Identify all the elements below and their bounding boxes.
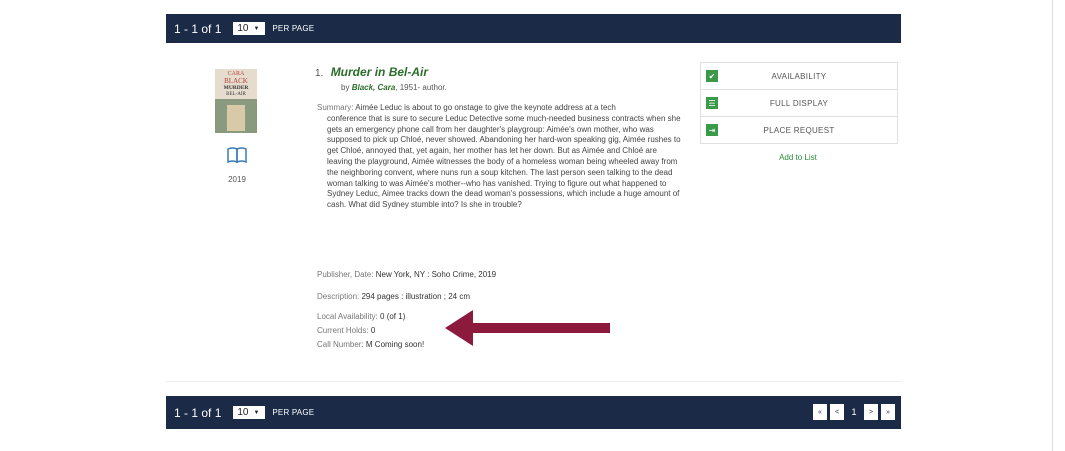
result-count: 1 - 1 of 1 (174, 21, 222, 36)
first-page-button[interactable]: « (813, 404, 827, 420)
current-holds: Current Holds: 0 (317, 326, 375, 335)
publication-year: 2019 (228, 175, 246, 184)
record-title-link[interactable]: Murder in Bel-Air (331, 65, 428, 79)
per-page-label: PER PAGE (272, 24, 315, 33)
description-value: 294 pages : illustration ; 24 cm (361, 292, 470, 301)
publisher-label: Publisher, Date: (317, 270, 374, 279)
record-title-line: 1. Murder in Bel-Air (315, 65, 428, 79)
place-request-label: PLACE REQUEST (763, 125, 835, 135)
cover-title-2: BEL-AIR (226, 92, 246, 97)
sign-in-icon: ⇥ (706, 124, 718, 136)
per-page-value: 10 (237, 23, 249, 34)
publisher-date: Publisher, Date: New York, NY : Soho Cri… (317, 270, 496, 279)
place-request-button[interactable]: ⇥ PLACE REQUEST (701, 117, 897, 143)
record-actions: ✔ AVAILABILITY ☰ FULL DISPLAY ⇥ PLACE RE… (700, 62, 898, 144)
author-link[interactable]: Black, Cara (352, 83, 396, 92)
page-scrollbar[interactable] (1052, 0, 1053, 451)
availability-button[interactable]: ✔ AVAILABILITY (701, 63, 897, 90)
result-count-bottom: 1 - 1 of 1 (174, 405, 222, 420)
publisher-value: New York, NY : Soho Crime, 2019 (375, 270, 497, 279)
cover-figure (227, 105, 245, 131)
full-display-button[interactable]: ☰ FULL DISPLAY (701, 90, 897, 117)
local-availability: Local Availability: 0 (of 1) (317, 312, 405, 321)
call-number-label: Call Number: (317, 340, 364, 349)
per-page-select-bottom[interactable]: 10 ▼ (233, 406, 266, 419)
list-icon: ☰ (706, 97, 718, 109)
call-number: Call Number: M Coming soon! (317, 340, 424, 349)
arrow-shape (445, 310, 610, 346)
local-availability-label: Local Availability: (317, 312, 378, 321)
description-label: Description: (317, 292, 360, 301)
current-holds-label: Current Holds: (317, 326, 369, 335)
by-label: by (341, 83, 350, 92)
cover-author-last: BLACK (224, 77, 248, 85)
summary-first-line: Summary: Aimée Leduc is about to go onst… (317, 103, 681, 114)
call-number-value: M Coming soon! (365, 340, 425, 349)
results-bar-top: 1 - 1 of 1 10 ▼ PER PAGE (166, 14, 901, 43)
annotation-arrow (445, 310, 610, 346)
summary-text-rest: conference that is sure to secure Leduc … (327, 113, 681, 210)
chevron-down-icon: ▼ (253, 409, 260, 416)
record-number: 1. (315, 68, 324, 79)
author-dates: , 1951- author. (395, 83, 447, 92)
current-holds-value: 0 (370, 326, 376, 335)
record-author-line: by Black, Cara, 1951- author. (341, 83, 447, 92)
current-page: 1 (851, 407, 857, 417)
results-bar-bottom: 1 - 1 of 1 10 ▼ PER PAGE « < 1 > » (166, 396, 901, 429)
record-summary: Summary: Aimée Leduc is about to go onst… (317, 103, 681, 211)
full-display-label: FULL DISPLAY (769, 98, 829, 108)
per-page-select[interactable]: 10 ▼ (233, 22, 266, 35)
book-icon (227, 147, 247, 168)
check-icon: ✔ (706, 70, 718, 82)
add-to-list-link[interactable]: Add to List (700, 153, 896, 162)
per-page-label-bottom: PER PAGE (272, 408, 315, 417)
book-cover[interactable]: CARA BLACK MURDER BEL-AIR (215, 69, 257, 133)
availability-label: AVAILABILITY (771, 71, 827, 81)
prev-page-button[interactable]: < (830, 404, 844, 420)
local-availability-value: 0 (of 1) (380, 312, 406, 321)
summary-label: Summary: (317, 103, 354, 112)
cover-title-1: MURDER (223, 85, 249, 91)
summary-text-start: Aimée Leduc is about to go onstage to gi… (355, 103, 616, 112)
last-page-button[interactable]: » (881, 404, 895, 420)
per-page-value-bottom: 10 (237, 407, 249, 418)
physical-description: Description: 294 pages : illustration ; … (317, 292, 470, 301)
chevron-down-icon: ▼ (253, 25, 260, 32)
next-page-button[interactable]: > (864, 404, 878, 420)
pagination: « < 1 > » (813, 404, 895, 420)
book-icon-svg (227, 147, 247, 164)
